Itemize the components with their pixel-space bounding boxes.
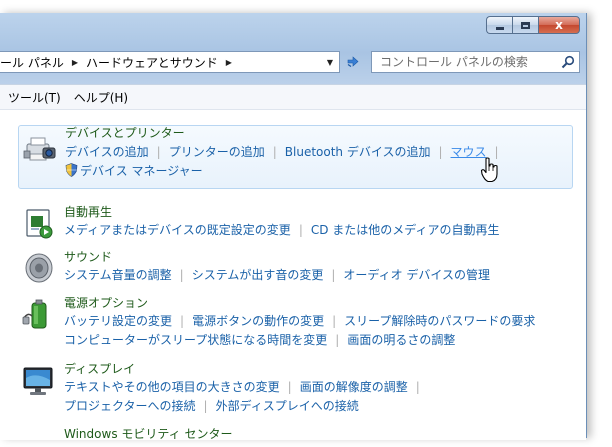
caption-buttons: x (486, 16, 580, 34)
breadcrumb-hardware-sound[interactable]: ハードウェアとサウンド (86, 54, 218, 71)
category-title[interactable]: サウンド (64, 249, 112, 266)
search-icon[interactable] (557, 52, 579, 72)
menu-help[interactable]: ヘルプ(H) (69, 89, 133, 106)
breadcrumb-control-panel[interactable]: ール パネル (0, 54, 64, 71)
category-mobility-center: Windows モビリティ センター (18, 427, 573, 447)
monitor-icon (22, 364, 56, 398)
maximize-icon (521, 21, 530, 29)
link-separator: | (331, 268, 336, 282)
category-title[interactable]: 自動再生 (64, 204, 112, 221)
uac-shield-icon (65, 163, 78, 177)
link-device-manager[interactable]: デバイス マネージャー (80, 164, 203, 178)
link-separator: | (335, 333, 340, 347)
category-title[interactable]: 電源オプション (64, 295, 148, 312)
link-wake-password[interactable]: スリープ解除時のパスワードの要求 (344, 314, 535, 328)
speaker-icon (22, 251, 56, 285)
links-row: システム音量の調整 | システムが出す音の変更 | オーディオ デバイスの管理 (64, 267, 490, 284)
links-row: バッテリ設定の変更 | 電源ボタンの動作の変更 | スリープ解除時のパスワードの要求 (64, 313, 535, 330)
link-add-bluetooth[interactable]: Bluetooth デバイスの追加 (285, 145, 431, 159)
link-separator: | (287, 380, 292, 394)
close-button[interactable]: x (538, 16, 580, 34)
link-autoplay-cd[interactable]: CD または他のメディアの自動再生 (311, 223, 500, 237)
printer-camera-icon (23, 132, 57, 166)
link-separator: | (438, 145, 443, 159)
link-separator: | (298, 223, 303, 237)
link-separator: | (156, 145, 161, 159)
link-separator: | (415, 380, 420, 394)
link-external-display[interactable]: 外部ディスプレイへの接続 (216, 399, 359, 413)
links-row: テキストやその他の項目の大きさの変更 | 画面の解像度の調整 | (64, 379, 428, 396)
category-title[interactable]: Windows モビリティ センター (64, 426, 232, 443)
breadcrumb: ール パネル ▶ ハードウェアとサウンド ▶ (0, 54, 240, 71)
link-brightness[interactable]: 画面の明るさの調整 (347, 333, 455, 347)
close-icon: x (555, 18, 563, 32)
category-power: 電源オプション バッテリ設定の変更 | 電源ボタンの動作の変更 | スリープ解除時のパス… (18, 296, 573, 351)
explorer-window: x ール パネル ▶ ハードウェアとサウンド ▶ ▼ ツール(T) ヘルプ(H) (0, 13, 587, 441)
minimize-button[interactable] (486, 16, 512, 34)
breadcrumb-chevron-icon[interactable]: ▶ (72, 58, 78, 67)
link-add-printer[interactable]: プリンターの追加 (169, 145, 265, 159)
link-separator: | (180, 314, 185, 328)
category-title[interactable]: ディスプレイ (64, 361, 135, 378)
address-bar[interactable]: ール パネル ▶ ハードウェアとサウンド ▶ ▼ (0, 51, 340, 73)
link-separator: | (332, 314, 337, 328)
minimize-icon (495, 26, 504, 30)
link-resolution[interactable]: 画面の解像度の調整 (300, 380, 408, 394)
category-title[interactable]: デバイスとプリンター (65, 125, 185, 142)
autoplay-icon (22, 207, 56, 241)
link-sleep-time[interactable]: コンピューターがスリープ状態になる時間を変更 (64, 333, 327, 347)
search-box[interactable] (371, 51, 580, 73)
hand-cursor-icon (480, 157, 498, 183)
category-autoplay: 自動再生 メディアまたはデバイスの既定設定の変更 | CD または他のメディアの自動… (18, 205, 573, 243)
link-audio-devices[interactable]: オーディオ デバイスの管理 (343, 268, 490, 282)
link-power-button[interactable]: 電源ボタンの動作の変更 (192, 314, 324, 328)
link-separator: | (179, 268, 184, 282)
link-text-size[interactable]: テキストやその他の項目の大きさの変更 (64, 380, 280, 394)
link-autoplay-defaults[interactable]: メディアまたはデバイスの既定設定の変更 (64, 223, 291, 237)
links-row: メディアまたはデバイスの既定設定の変更 | CD または他のメディアの自動再生 (64, 222, 499, 239)
links-row: コンピューターがスリープ状態になる時間を変更 | 画面の明るさの調整 (64, 332, 455, 349)
breadcrumb-chevron-icon[interactable]: ▶ (226, 58, 232, 67)
maximize-button[interactable] (512, 16, 538, 34)
menu-tools[interactable]: ツール(T) (3, 89, 66, 106)
link-separator: | (203, 399, 208, 413)
refresh-button[interactable] (343, 52, 363, 72)
menu-bar: ツール(T) ヘルプ(H) (0, 84, 586, 110)
search-input[interactable] (380, 55, 557, 69)
battery-icon (22, 298, 56, 332)
links-row: デバイスの追加 | プリンターの追加 | Bluetooth デバイスの追加 | マウス | (65, 144, 507, 161)
link-system-sounds[interactable]: システムが出す音の変更 (192, 268, 324, 282)
category-display: ディスプレイ テキストやその他の項目の大きさの変更 | 画面の解像度の調整 | プロジ… (18, 362, 573, 417)
category-sound: サウンド システム音量の調整 | システムが出す音の変更 | オーディオ デバイスの管理 (18, 250, 573, 288)
link-separator: | (272, 145, 277, 159)
link-battery-settings[interactable]: バッテリ設定の変更 (64, 314, 172, 328)
refresh-icon (347, 56, 359, 67)
link-add-device[interactable]: デバイスの追加 (65, 145, 149, 159)
links-row: デバイス マネージャー (65, 163, 203, 180)
link-system-volume[interactable]: システム音量の調整 (64, 268, 172, 282)
address-dropdown-icon[interactable]: ▼ (321, 52, 339, 72)
link-projector[interactable]: プロジェクターへの接続 (64, 399, 196, 413)
links-row: プロジェクターへの接続 | 外部ディスプレイへの接続 (64, 398, 359, 415)
